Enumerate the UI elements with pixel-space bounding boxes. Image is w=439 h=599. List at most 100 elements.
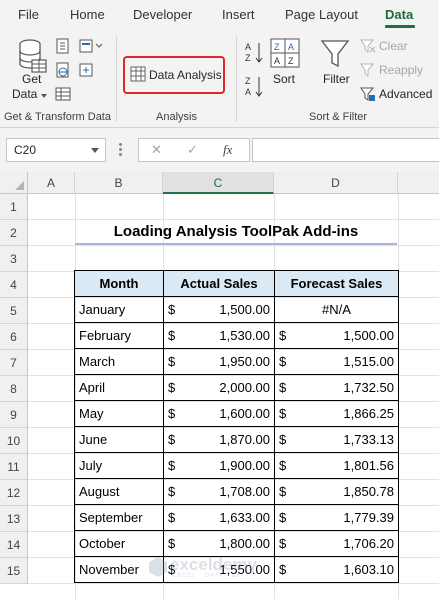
row-header[interactable]: 6 xyxy=(0,324,28,350)
insert-function-icon[interactable]: fx xyxy=(223,142,232,158)
forecast-sales-cell[interactable]: $1,850.78 xyxy=(274,478,399,505)
formula-bar: C20 ✕ ✓ fx xyxy=(0,128,439,172)
advanced-filter-icon[interactable] xyxy=(360,86,376,102)
month-cell[interactable]: February xyxy=(74,322,164,349)
actual-sales-cell[interactable]: $1,950.00 xyxy=(163,348,275,375)
filter-icon[interactable] xyxy=(320,38,350,70)
forecast-sales-cell[interactable]: $1,779.39 xyxy=(274,504,399,531)
month-cell[interactable]: August xyxy=(74,478,164,505)
actual-sales-cell[interactable]: $2,000.00 xyxy=(163,374,275,401)
forecast-sales-value: 1,850.78 xyxy=(343,484,394,499)
forecast-sales-cell[interactable]: #N/A xyxy=(274,296,399,323)
month-cell[interactable]: September xyxy=(74,504,164,531)
resize-handle[interactable] xyxy=(119,143,122,157)
month-cell[interactable]: June xyxy=(74,426,164,453)
column-header-d[interactable]: D xyxy=(274,172,398,194)
forecast-sales-cell[interactable]: $1,732.50 xyxy=(274,374,399,401)
from-table-icon[interactable] xyxy=(55,86,71,102)
currency-symbol: $ xyxy=(279,328,287,343)
forecast-sales-cell[interactable]: $1,866.25 xyxy=(274,400,399,427)
filter-button[interactable]: Filter xyxy=(323,72,350,86)
select-all-button[interactable] xyxy=(0,172,28,194)
sales-table[interactable]: Month Actual Sales Forecast Sales Januar… xyxy=(74,270,399,583)
sheet-title[interactable]: Loading Analysis ToolPak Add-ins xyxy=(75,220,397,244)
database-icon[interactable] xyxy=(16,38,48,76)
actual-sales-cell[interactable]: $1,530.00 xyxy=(163,322,275,349)
actual-sales-cell[interactable]: $1,900.00 xyxy=(163,452,275,479)
column-header-c[interactable]: C xyxy=(163,172,274,194)
tab-developer[interactable]: Developer xyxy=(133,7,192,22)
row-header[interactable]: 7 xyxy=(0,350,28,376)
data-analysis-button[interactable]: Data Analysis xyxy=(149,68,222,82)
row-header[interactable]: 2 xyxy=(0,220,28,246)
month-cell[interactable]: January xyxy=(74,296,164,323)
column-header-e[interactable] xyxy=(398,172,439,194)
recent-sources-icon[interactable] xyxy=(78,38,104,54)
advanced-button[interactable]: Advanced xyxy=(379,87,432,101)
forecast-sales-cell[interactable]: $1,733.13 xyxy=(274,426,399,453)
actual-sales-cell[interactable]: $1,870.00 xyxy=(163,426,275,453)
header-month[interactable]: Month xyxy=(74,270,164,297)
from-text-icon[interactable] xyxy=(55,38,71,54)
row-header[interactable]: 12 xyxy=(0,480,28,506)
forecast-sales-cell[interactable]: $1,515.00 xyxy=(274,348,399,375)
header-actual-sales[interactable]: Actual Sales xyxy=(163,270,275,297)
worksheet-grid[interactable]: A B C D 1 2 3 4 5 6 7 8 9 10 11 12 13 14 15 Loading An… xyxy=(0,172,439,599)
actual-sales-cell[interactable]: $1,633.00 xyxy=(163,504,275,531)
row-header[interactable]: 14 xyxy=(0,532,28,558)
formula-input[interactable] xyxy=(252,138,439,162)
actual-sales-cell[interactable]: $1,600.00 xyxy=(163,400,275,427)
group-separator xyxy=(236,36,237,122)
name-box[interactable]: C20 xyxy=(6,138,106,162)
get-data-label-1[interactable]: Get xyxy=(22,72,41,86)
month-cell[interactable]: July xyxy=(74,452,164,479)
month-cell[interactable]: March xyxy=(74,348,164,375)
existing-connections-icon[interactable] xyxy=(78,62,94,78)
from-web-icon[interactable] xyxy=(55,62,71,78)
svg-text:A: A xyxy=(288,42,294,52)
tab-page-layout[interactable]: Page Layout xyxy=(285,7,358,22)
row-header[interactable]: 15 xyxy=(0,558,28,584)
actual-sales-cell[interactable]: $1,500.00 xyxy=(163,296,275,323)
sort-ascending-icon[interactable]: AZ xyxy=(244,40,266,64)
get-data-label-2[interactable]: Data xyxy=(12,87,37,101)
data-analysis-icon[interactable] xyxy=(130,66,146,82)
header-forecast-sales[interactable]: Forecast Sales xyxy=(274,270,399,297)
row-header[interactable]: 10 xyxy=(0,428,28,454)
currency-symbol: $ xyxy=(279,380,287,395)
tab-home[interactable]: Home xyxy=(70,7,105,22)
table-row: February $1,530.00 $1,500.00 xyxy=(74,322,399,349)
sort-icon[interactable]: ZAAZ xyxy=(270,38,300,68)
gridline xyxy=(28,583,439,584)
column-header-b[interactable]: B xyxy=(75,172,163,194)
row-header[interactable]: 13 xyxy=(0,506,28,532)
row-header[interactable]: 9 xyxy=(0,402,28,428)
currency-symbol: $ xyxy=(279,354,287,369)
tab-insert[interactable]: Insert xyxy=(222,7,255,22)
forecast-sales-cell[interactable]: $1,500.00 xyxy=(274,322,399,349)
forecast-sales-cell[interactable]: $1,801.56 xyxy=(274,452,399,479)
row-header[interactable]: 8 xyxy=(0,376,28,402)
row-header[interactable]: 5 xyxy=(0,298,28,324)
chevron-down-icon[interactable] xyxy=(91,148,99,153)
month-cell[interactable]: April xyxy=(74,374,164,401)
tab-data[interactable]: Data xyxy=(385,7,413,22)
table-row: August $1,708.00 $1,850.78 xyxy=(74,478,399,505)
currency-symbol: $ xyxy=(168,536,176,551)
row-header[interactable]: 4 xyxy=(0,272,28,298)
cancel-icon[interactable]: ✕ xyxy=(151,142,162,158)
actual-sales-cell[interactable]: $1,708.00 xyxy=(163,478,275,505)
row-header[interactable]: 3 xyxy=(0,246,28,272)
currency-symbol: $ xyxy=(279,432,287,447)
enter-icon[interactable]: ✓ xyxy=(187,142,198,158)
ribbon-tab-bar: File Home Developer Insert Page Layout D… xyxy=(0,0,439,30)
month-cell[interactable]: May xyxy=(74,400,164,427)
column-header-a[interactable]: A xyxy=(28,172,75,194)
row-header[interactable]: 1 xyxy=(0,194,28,220)
tab-file[interactable]: File xyxy=(18,7,39,22)
forecast-sales-value: 1,733.13 xyxy=(343,432,394,447)
table-row: June $1,870.00 $1,733.13 xyxy=(74,426,399,453)
sort-button[interactable]: Sort xyxy=(273,72,295,86)
sort-descending-icon[interactable]: ZA xyxy=(244,74,266,98)
row-header[interactable]: 11 xyxy=(0,454,28,480)
